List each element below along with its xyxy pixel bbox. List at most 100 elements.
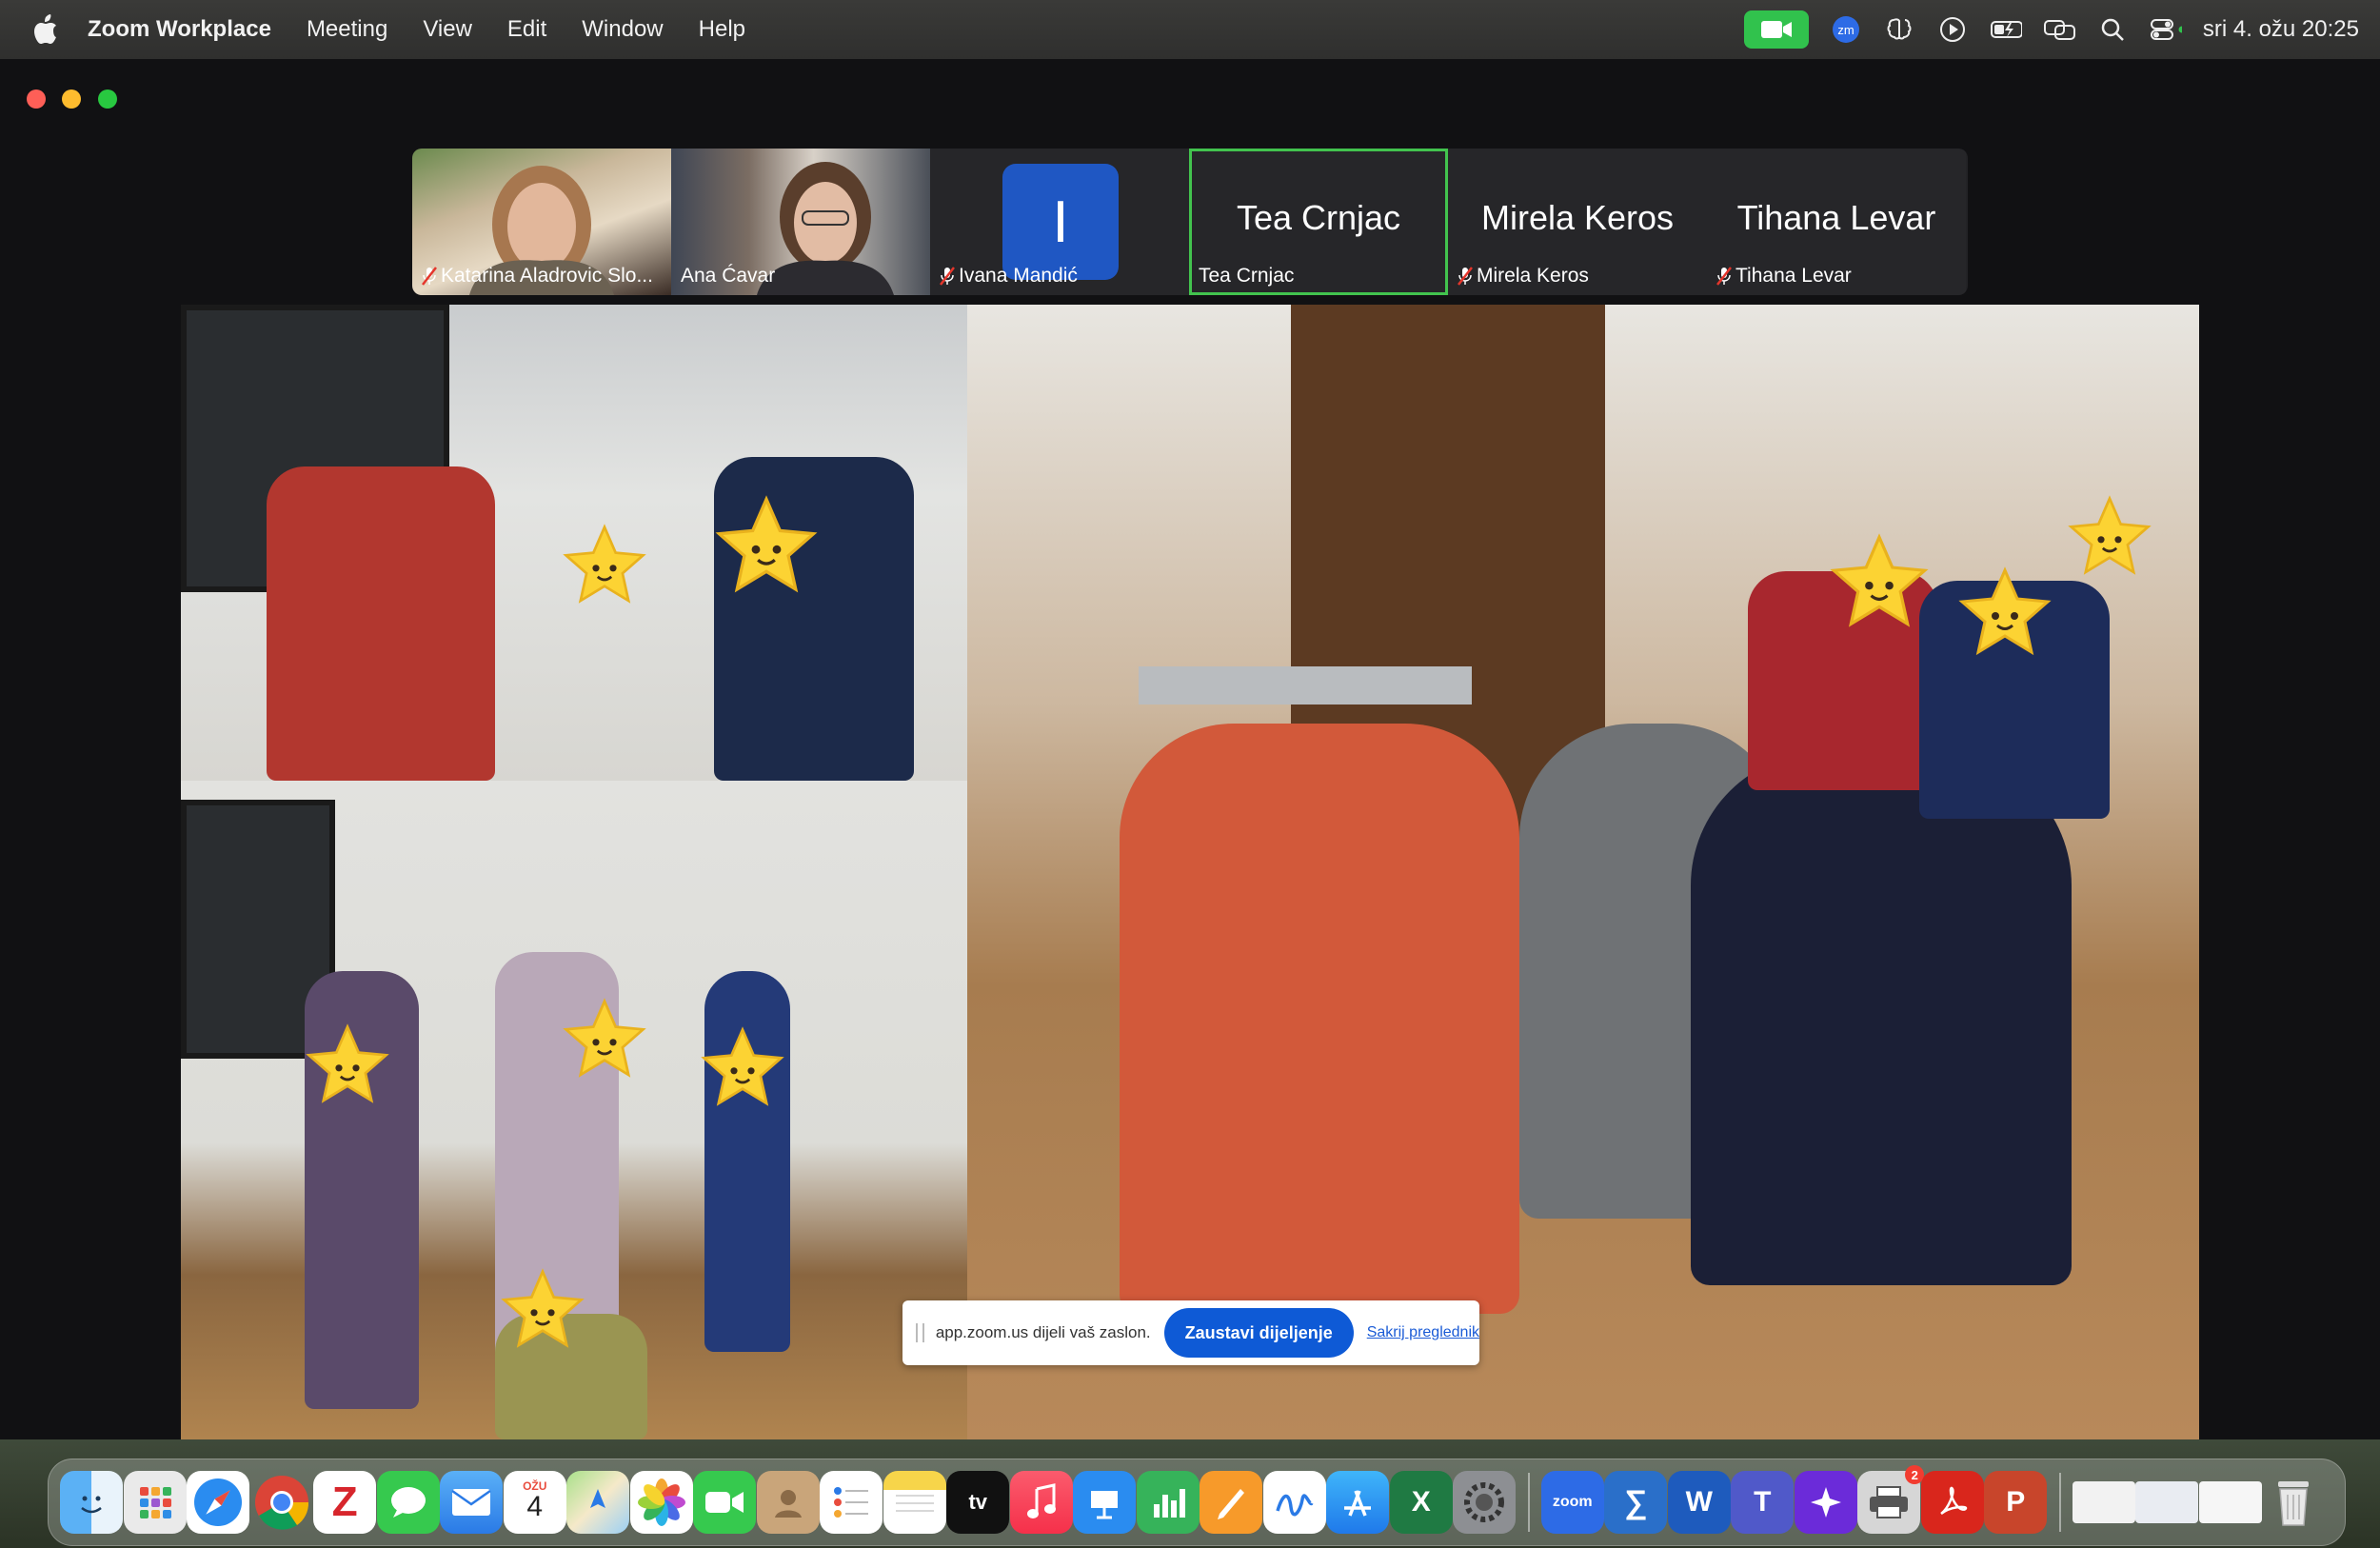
control-center-icon[interactable] [2150, 13, 2182, 46]
menu-view[interactable]: View [423, 16, 472, 43]
perplexity-icon[interactable] [1794, 1471, 1857, 1534]
contacts-icon[interactable] [756, 1471, 820, 1534]
participant-tile[interactable]: Ana Ćavar [671, 149, 930, 295]
safari-icon[interactable] [187, 1471, 250, 1534]
music-icon[interactable] [1009, 1471, 1073, 1534]
participant-tile[interactable]: Tihana Levar Tihana Levar [1707, 149, 1966, 295]
apple-tv-icon[interactable]: tv [946, 1471, 1010, 1534]
sigma-icon[interactable]: ∑ [1604, 1471, 1668, 1534]
document-thumb-icon[interactable] [2072, 1481, 2135, 1523]
participant-tile[interactable]: Katarina Aladrovic Slo... [412, 149, 671, 295]
dock: Z OŽU 4 tv X zoom ∑ W T 2 P [48, 1459, 2346, 1546]
menu-help[interactable]: Help [699, 16, 745, 43]
word-icon[interactable]: W [1667, 1471, 1731, 1534]
system-settings-icon[interactable] [1453, 1471, 1517, 1534]
participant-name: Tihana Levar [1716, 265, 1852, 288]
zoom-camera-icon[interactable] [1743, 10, 1809, 49]
powerpoint-icon[interactable]: P [1984, 1471, 2048, 1534]
trash-icon[interactable] [2262, 1471, 2325, 1534]
launchpad-icon[interactable] [123, 1471, 187, 1534]
window-maximize-button[interactable] [98, 89, 117, 109]
star-face-sticker [715, 495, 818, 593]
star-face-sticker [563, 998, 646, 1078]
participant-name: Ivana Mandić [940, 265, 1078, 288]
apple-menu-icon[interactable] [30, 13, 59, 46]
participant-name: Katarina Aladrovic Slo... [422, 265, 653, 288]
printer-icon[interactable]: 2 [1857, 1465, 1925, 1534]
participant-avatar: I [1002, 164, 1119, 280]
dock-separator [2058, 1473, 2061, 1532]
photos-icon[interactable] [629, 1471, 693, 1534]
mail-icon[interactable] [440, 1471, 504, 1534]
app-name-menu[interactable]: Zoom Workplace [88, 16, 271, 43]
battery-icon[interactable] [1990, 13, 2022, 46]
star-face-sticker [306, 1023, 389, 1103]
zotero-icon[interactable]: Z [313, 1471, 377, 1534]
keynote-icon[interactable] [1073, 1471, 1137, 1534]
brain-icon[interactable] [1883, 13, 1915, 46]
zoom-app-icon[interactable]: zm [1830, 13, 1862, 46]
share-banner-text: app.zoom.us dijeli vaš zaslon. [935, 1323, 1151, 1341]
numbers-icon[interactable] [1136, 1471, 1200, 1534]
maps-icon[interactable] [566, 1471, 630, 1534]
star-face-sticker [501, 1268, 585, 1348]
star-face-sticker [1830, 533, 1929, 627]
participant-display-name: Tihana Levar [1736, 198, 1936, 237]
menu-bar-clock[interactable]: sri 4. ožu 20:25 [2203, 16, 2359, 43]
stop-sharing-button[interactable]: Zaustavi dijeljenje [1163, 1308, 1354, 1358]
zoom-icon[interactable]: zoom [1540, 1471, 1604, 1534]
status-area: zm sri 4. ožu 20:25 [1743, 0, 2359, 59]
participant-strip: Katarina Aladrovic Slo... Ana Ćavar I Iv… [412, 149, 1968, 295]
participant-name: Tea Crnjac [1199, 265, 1295, 287]
shared-photo-bottom-left [181, 781, 967, 1439]
facetime-icon[interactable] [693, 1471, 757, 1534]
classroom-table [1139, 666, 1472, 705]
document-thumb-icon-2[interactable] [2135, 1481, 2199, 1523]
drag-handle-icon[interactable] [916, 1323, 924, 1342]
muted-mic-icon [940, 267, 955, 286]
acrobat-icon[interactable] [1920, 1471, 1984, 1534]
child-figure [1691, 752, 2072, 1285]
star-face-sticker [1958, 566, 2052, 656]
participant-tile[interactable]: Mirela Keros Mirela Keros [1448, 149, 1707, 295]
star-face-sticker [2068, 495, 2152, 575]
window-minimize-button[interactable] [62, 89, 81, 109]
star-face-sticker [563, 524, 646, 604]
hide-browser-link[interactable]: Sakrij preglednik [1367, 1324, 1479, 1341]
menu-edit[interactable]: Edit [507, 16, 546, 43]
app-store-icon[interactable] [1326, 1471, 1390, 1534]
pages-icon[interactable] [1200, 1471, 1263, 1534]
dock-separator [1527, 1473, 1530, 1532]
participant-display-name: Tea Crnjac [1236, 198, 1401, 237]
play-icon[interactable] [1936, 13, 1969, 46]
participant-name: Ana Ćavar [681, 265, 776, 287]
calendar-icon[interactable]: OŽU 4 [503, 1471, 566, 1534]
menu-window[interactable]: Window [582, 16, 663, 43]
screen-share-banner: app.zoom.us dijeli vaš zaslon. Zaustavi … [902, 1300, 1479, 1365]
menu-meeting[interactable]: Meeting [307, 16, 387, 43]
search-icon[interactable] [2096, 13, 2129, 46]
finder-icon[interactable] [60, 1471, 124, 1534]
reminders-icon[interactable] [820, 1471, 883, 1534]
muted-mic-icon [1716, 267, 1732, 286]
shared-photo-top-left [181, 305, 967, 781]
shared-photo-right [967, 305, 2199, 1439]
screen-mirror-icon[interactable] [2043, 13, 2075, 46]
muted-mic-icon [422, 267, 437, 286]
excel-icon[interactable]: X [1389, 1471, 1453, 1534]
messages-icon[interactable] [376, 1471, 440, 1534]
notes-icon[interactable] [883, 1471, 946, 1534]
freeform-icon[interactable] [1262, 1471, 1326, 1534]
window-close-button[interactable] [27, 89, 46, 109]
child-figure [267, 466, 495, 781]
participant-name: Mirela Keros [1458, 265, 1589, 288]
svg-text:zm: zm [1837, 23, 1854, 37]
muted-mic-icon [1458, 267, 1473, 286]
document-thumb-icon-3[interactable] [2198, 1481, 2262, 1523]
chrome-icon[interactable] [250, 1471, 313, 1534]
teams-icon[interactable]: T [1731, 1471, 1795, 1534]
participant-tile[interactable]: I Ivana Mandić [930, 149, 1189, 295]
zoom-meeting-window: Katarina Aladrovic Slo... Ana Ćavar I Iv… [0, 59, 2380, 1439]
participant-tile-active-speaker[interactable]: Tea Crnjac Tea Crnjac [1189, 149, 1448, 295]
star-face-sticker [701, 1026, 784, 1106]
